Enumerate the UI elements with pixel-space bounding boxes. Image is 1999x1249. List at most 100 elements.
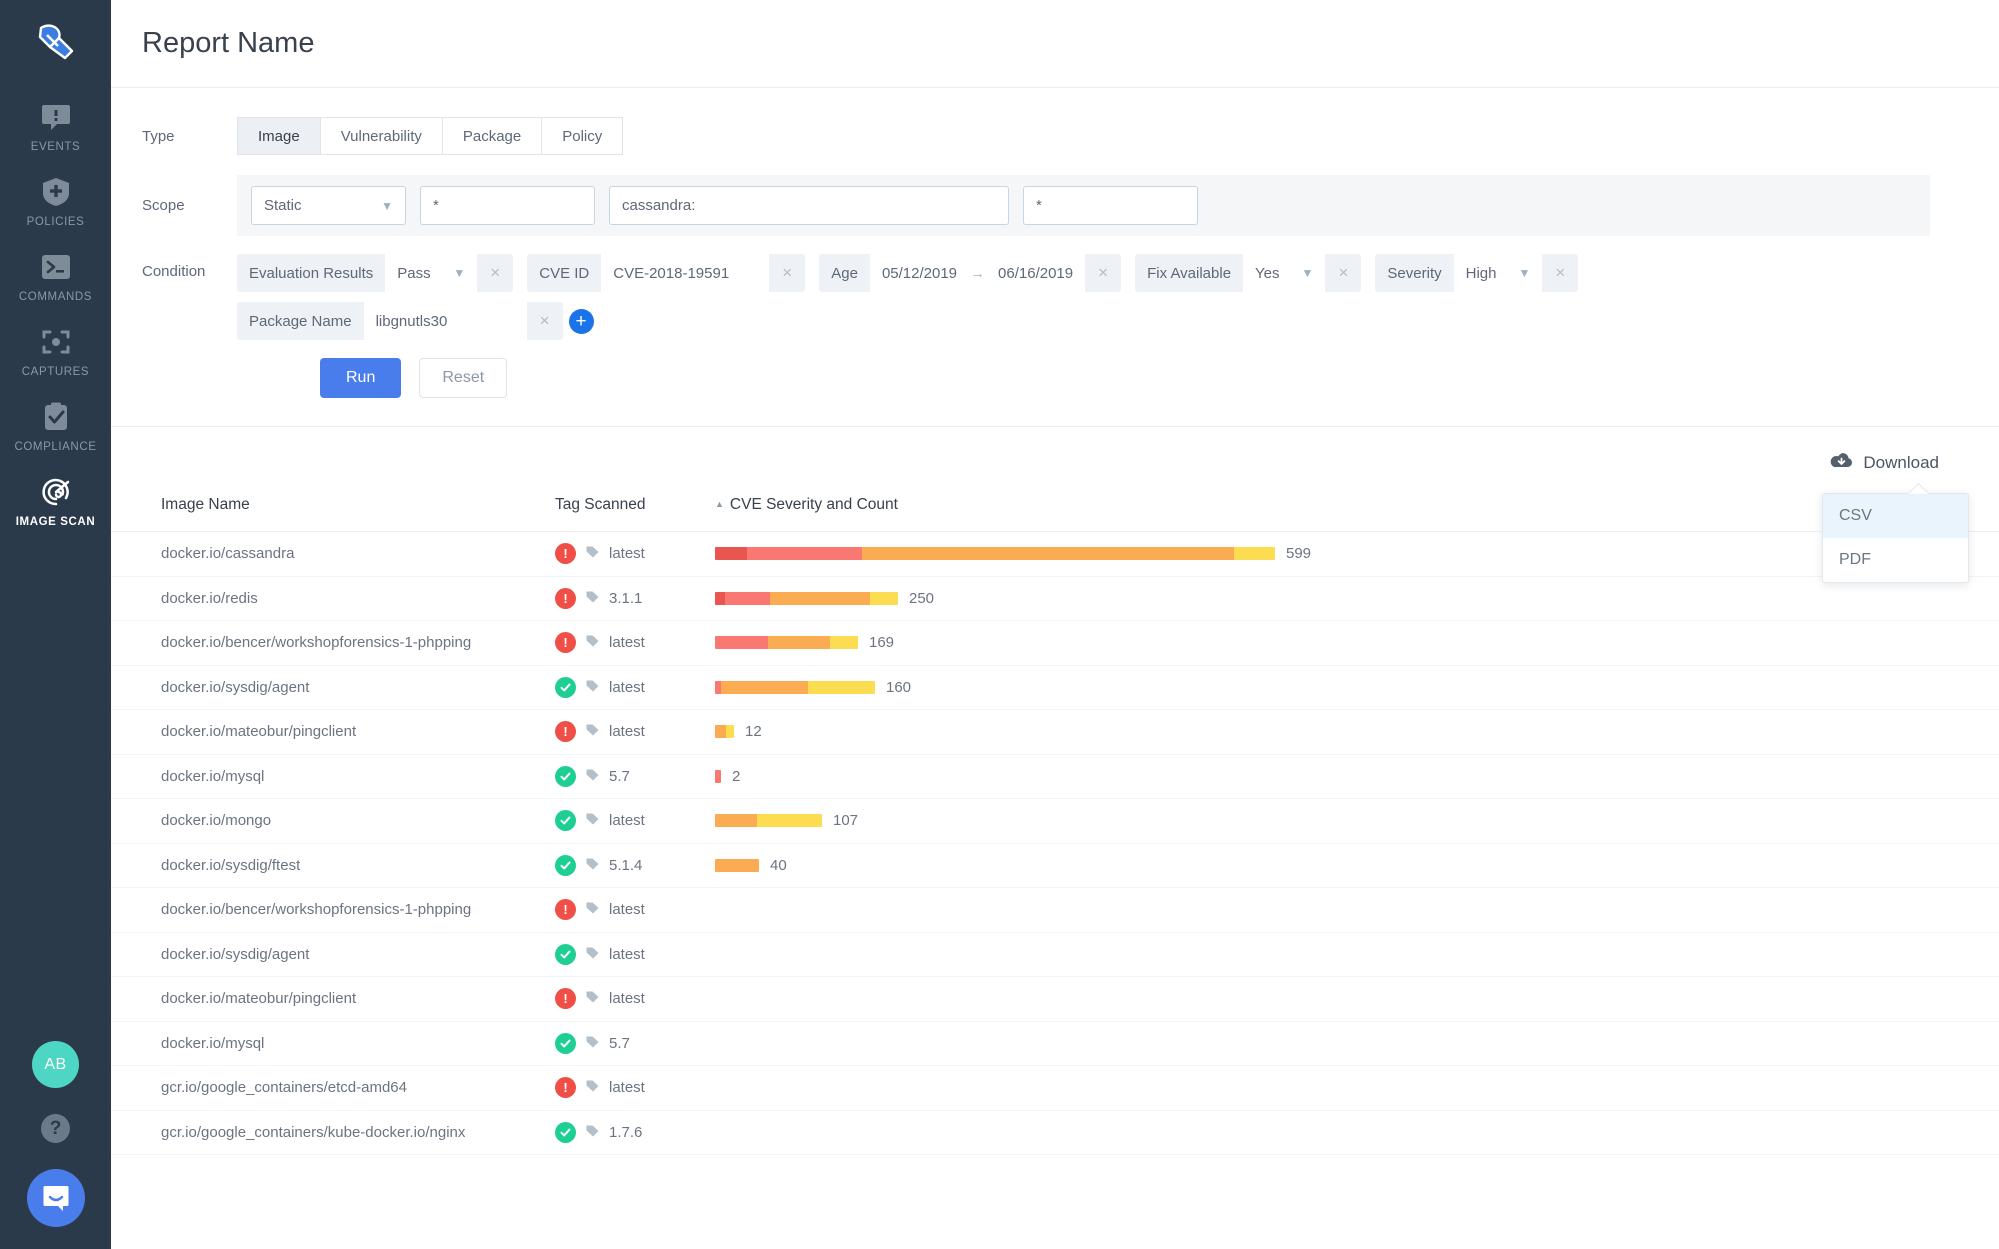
status-fail-icon: ! <box>555 1077 576 1098</box>
cell-image-name: docker.io/mateobur/pingclient <box>111 977 555 1022</box>
fix-available-select[interactable]: Yes ▼ <box>1243 254 1325 292</box>
type-row: Type Image Vulnerability Package Policy <box>111 114 1999 158</box>
sidebar-item-events[interactable]: EVENTS <box>0 78 111 153</box>
bar-segment-high <box>747 547 862 560</box>
table-row[interactable]: docker.io/sysdig/agentlatest160 <box>111 665 1999 710</box>
tag-value: 1.7.6 <box>609 1124 642 1141</box>
cell-tag-scanned: !3.1.1 <box>555 576 715 621</box>
download-option-pdf[interactable]: PDF <box>1823 538 1968 582</box>
sysdig-shovel-logo-icon[interactable] <box>24 14 88 78</box>
help-icon[interactable]: ? <box>41 1114 70 1143</box>
cell-tag-scanned: !latest <box>555 710 715 755</box>
scope-fields: Static ▼ <box>237 175 1930 236</box>
scope-field-2[interactable] <box>609 186 1009 225</box>
tab-vulnerability[interactable]: Vulnerability <box>320 117 442 155</box>
table-row[interactable]: docker.io/sysdig/ftest5.1.440 <box>111 843 1999 888</box>
chip-age: Age 05/12/2019 → 06/16/2019 × <box>819 254 1121 292</box>
sidebar-item-policies[interactable]: POLICIES <box>0 153 111 228</box>
table-row[interactable]: docker.io/mysql5.72 <box>111 754 1999 799</box>
bar-segment-medium <box>770 592 870 605</box>
chip-label: Evaluation Results <box>237 265 385 282</box>
cell-tag-scanned: !latest <box>555 532 715 577</box>
chip-label: Fix Available <box>1135 265 1243 282</box>
bar-segment-medium <box>715 814 757 827</box>
table-row[interactable]: docker.io/mongolatest107 <box>111 799 1999 844</box>
sidebar-item-compliance[interactable]: COMPLIANCE <box>0 378 111 453</box>
table-row[interactable]: docker.io/redis!3.1.1250 <box>111 576 1999 621</box>
tag-icon <box>585 590 600 607</box>
tag-value: latest <box>609 990 645 1007</box>
remove-chip-icon[interactable]: × <box>1085 254 1121 292</box>
intercom-chat-icon[interactable] <box>27 1169 85 1227</box>
bar-segment-low <box>808 681 875 694</box>
age-range-input[interactable]: 05/12/2019 → 06/16/2019 <box>870 254 1085 292</box>
tab-policy[interactable]: Policy <box>541 117 623 155</box>
sidebar-footer: AB ? <box>0 1041 111 1227</box>
download-button[interactable]: Download <box>1830 451 1939 474</box>
chip-cve-id: CVE ID CVE-2018-19591 × <box>527 254 805 292</box>
filter-actions: Run Reset <box>111 340 1999 398</box>
bar-segment-high <box>715 770 721 783</box>
severity-select[interactable]: High ▼ <box>1454 254 1543 292</box>
remove-chip-icon[interactable]: × <box>1542 254 1578 292</box>
tag-value: latest <box>609 901 645 918</box>
condition-second-line: Package Name libgnutls30 × + <box>237 302 1797 340</box>
run-button[interactable]: Run <box>320 358 401 398</box>
cell-image-name: docker.io/mateobur/pingclient <box>111 710 555 755</box>
package-name-input[interactable]: libgnutls30 <box>364 302 527 340</box>
bar-segment-medium <box>715 725 726 738</box>
remove-chip-icon[interactable]: × <box>527 302 563 340</box>
evaluation-results-select[interactable]: Pass ▼ <box>385 254 477 292</box>
scope-type-select[interactable]: Static ▼ <box>251 186 406 225</box>
bar-segment-medium <box>768 636 830 649</box>
severity-stacked-bar <box>715 681 875 694</box>
table-row[interactable]: docker.io/bencer/workshopforensics-1-php… <box>111 888 1999 933</box>
reset-button[interactable]: Reset <box>419 358 507 398</box>
bar-total-count: 169 <box>869 634 894 651</box>
condition-row: Condition Evaluation Results Pass ▼ × CV… <box>111 254 1999 340</box>
chip-value: High <box>1466 265 1497 282</box>
tab-package[interactable]: Package <box>442 117 541 155</box>
table-row[interactable]: docker.io/mateobur/pingclient!latest 12 <box>111 710 1999 755</box>
scope-field-3[interactable] <box>1023 186 1198 225</box>
remove-chip-icon[interactable]: × <box>1325 254 1361 292</box>
remove-chip-icon[interactable]: × <box>477 254 513 292</box>
cell-tag-scanned: 1.7.6 <box>555 1110 715 1155</box>
condition-chips: Evaluation Results Pass ▼ × CVE ID CVE-2… <box>237 254 1797 340</box>
cell-cve-severity-count <box>715 932 1999 977</box>
tab-image[interactable]: Image <box>237 117 320 155</box>
sidebar-item-captures[interactable]: CAPTURES <box>0 303 111 378</box>
download-option-csv[interactable]: CSV <box>1823 494 1968 538</box>
scope-field-1[interactable] <box>420 186 595 225</box>
cve-id-input[interactable]: CVE-2018-19591 <box>601 254 769 292</box>
sidebar-item-commands[interactable]: COMMANDS <box>0 228 111 303</box>
bar-segment-high <box>725 592 770 605</box>
table-row[interactable]: docker.io/mysql5.7 <box>111 1021 1999 1066</box>
table-row[interactable]: gcr.io/google_containers/kube-docker.io/… <box>111 1110 1999 1155</box>
column-header-image-name[interactable]: Image Name <box>111 496 555 532</box>
tag-value: latest <box>609 545 645 562</box>
table-head: Image Name Tag Scanned ▲CVE Severity and… <box>111 496 1999 532</box>
tag-icon <box>585 1124 600 1141</box>
table-row[interactable]: gcr.io/google_containers/etcd-amd64!late… <box>111 1066 1999 1111</box>
bar-segment-low <box>726 725 734 738</box>
download-menu: CSV PDF <box>1822 493 1969 583</box>
tag-icon <box>585 990 600 1007</box>
status-fail-icon: ! <box>555 588 576 609</box>
table-row[interactable]: docker.io/bencer/workshopforensics-1-php… <box>111 621 1999 666</box>
add-condition-button[interactable]: + <box>569 309 594 334</box>
table-row[interactable]: docker.io/sysdig/agentlatest <box>111 932 1999 977</box>
column-header-cve-severity-count[interactable]: ▲CVE Severity and Count <box>715 496 1999 532</box>
cell-cve-severity-count: 250 <box>715 576 1999 621</box>
sidebar-item-image-scan[interactable]: IMAGE SCAN <box>0 453 111 528</box>
column-header-tag-scanned[interactable]: Tag Scanned <box>555 496 715 532</box>
table-row[interactable]: docker.io/cassandra!latest599 <box>111 532 1999 577</box>
severity-stacked-bar <box>715 592 898 605</box>
sidebar-item-label: EVENTS <box>31 141 81 153</box>
avatar[interactable]: AB <box>32 1041 79 1088</box>
remove-chip-icon[interactable]: × <box>769 254 805 292</box>
cell-cve-severity-count <box>715 888 1999 933</box>
table-row[interactable]: docker.io/mateobur/pingclient!latest <box>111 977 1999 1022</box>
bar-total-count: 12 <box>745 723 762 740</box>
cell-tag-scanned: 5.1.4 <box>555 843 715 888</box>
